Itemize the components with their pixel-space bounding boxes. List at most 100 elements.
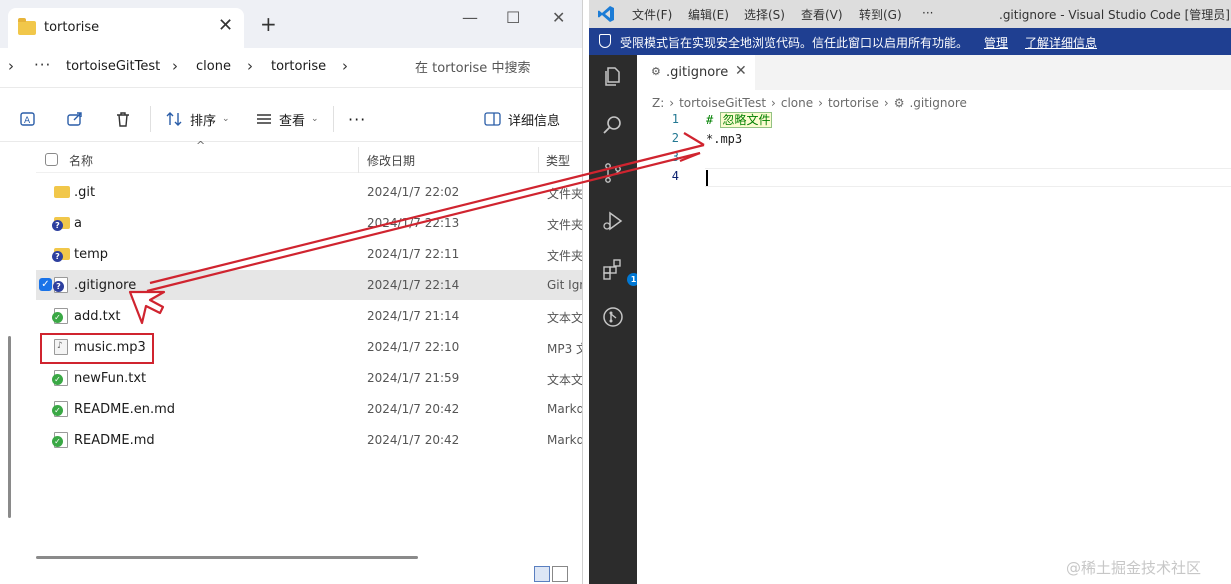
source-control-icon[interactable] [601,161,625,185]
explorer-tab[interactable]: tortorise ✕ [8,8,244,48]
git-graph-icon[interactable] [601,305,625,329]
watermark: @稀土掘金技术社区 [1066,559,1202,577]
rename-icon[interactable]: A [17,108,39,130]
file-name: newFun.txt [74,371,147,386]
details-pane-button[interactable]: 详细信息 [484,108,560,130]
search-icon[interactable] [601,113,625,137]
file-modified-date: 2024/1/7 22:02 [367,185,460,199]
row-checkbox[interactable]: ✓ [39,278,52,291]
minimize-button[interactable]: — [462,8,478,28]
file-type: Markd [547,402,583,416]
table-row[interactable]: .git 2024/1/7 22:02 文件夹 [36,177,583,207]
file-modified-date: 2024/1/7 22:11 [367,247,460,261]
table-row[interactable]: a 2024/1/7 22:13 文件夹 [36,208,582,238]
restricted-mode-banner: 受限模式旨在实现安全地浏览代码。信任此窗口以启用所有功能。 管理 了解详细信息 [589,28,1231,55]
column-divider[interactable] [358,147,359,173]
close-window-button[interactable]: ✕ [552,8,565,28]
details-label: 详细信息 [508,113,561,129]
editor-breadcrumb: Z: › tortoiseGitTest › clone › tortorise… [652,93,967,113]
file-unversioned-icon [53,277,68,293]
folder-unversioned-icon [52,248,70,262]
details-view-icon[interactable] [534,566,550,582]
file-name: README.md [74,433,155,448]
horizontal-scrollbar[interactable] [36,556,418,559]
folder-icon [18,18,36,35]
search-input[interactable] [393,54,582,82]
learn-more-link[interactable]: 了解详细信息 [1025,34,1097,51]
file-modified-date: 2024/1/7 22:13 [367,216,460,230]
file-name: add.txt [74,309,121,324]
vertical-scrollbar[interactable] [8,336,11,518]
chevron-right-icon[interactable]: › [8,57,14,75]
menu-selection[interactable]: 选择(S) [744,6,785,23]
activity-bar: 1 [589,55,640,584]
folder-icon [54,186,70,198]
breadcrumb-tortorise[interactable]: tortorise [828,96,879,110]
menu-go[interactable]: 转到(G) [859,6,902,23]
menu-more[interactable]: ··· [922,6,933,20]
sort-label: 排序 [190,113,217,129]
extensions-icon[interactable]: 1 [601,257,640,286]
manage-link[interactable]: 管理 [984,34,1008,51]
settings-file-icon: ⚙ [893,96,905,110]
close-icon[interactable]: ✕ [735,63,747,79]
file-type: 文件夹 [547,187,583,201]
column-header-type[interactable]: 类型 [546,152,570,169]
column-header-row: ^ 名称 修改日期 类型 [36,139,582,173]
breadcrumb-clone[interactable]: clone [781,96,813,110]
menu-view[interactable]: 查看(V) [801,6,843,23]
column-header-modified[interactable]: 修改日期 [367,152,415,169]
sort-button[interactable]: 排序 ⌄ [166,108,230,130]
folder-unversioned-icon [52,217,70,231]
file-type: 文本文 [547,373,583,387]
editor-tabs: ⚙ .gitignore ✕ [637,55,1231,90]
breadcrumb-overflow-button[interactable]: ··· [34,56,51,74]
thumbnail-view-icon[interactable] [552,566,568,582]
chevron-right-icon[interactable]: › [342,57,348,75]
delete-icon[interactable] [112,108,134,130]
file-modified-date: 2024/1/7 22:14 [367,278,460,292]
menu-file[interactable]: 文件(F) [632,6,672,23]
breadcrumb-gitignore[interactable]: .gitignore [909,96,966,110]
file-type: Markd [547,433,583,447]
chevron-right-icon: › [818,96,823,110]
share-icon[interactable] [64,108,86,130]
line-number: 1 [671,112,679,126]
table-row[interactable]: README.en.md 2024/1/7 20:42 Markd [36,394,583,424]
column-header-name[interactable]: 名称 [69,152,93,169]
explorer-tab-title: tortorise [44,20,100,35]
new-tab-button[interactable]: + [260,14,277,34]
select-all-checkbox[interactable] [45,153,58,166]
table-row[interactable]: temp 2024/1/7 22:11 文件夹 [36,239,582,269]
table-row[interactable]: newFun.txt 2024/1/7 21:59 文本文 [36,363,583,393]
explorer-toolbar: A 排序 ⌄ 查看 ⌄ ··· 详细信息 [0,96,582,142]
column-divider[interactable] [538,147,539,173]
file-type: Git Ign [547,278,583,292]
breadcrumb-tortoisegittest[interactable]: tortoiseGitTest [66,59,160,74]
file-type: 文本文 [547,311,583,325]
editor-tab-gitignore[interactable]: ⚙ .gitignore ✕ [637,55,755,90]
line-number: 3 [671,150,679,164]
breadcrumb-tortoisegittest[interactable]: tortoiseGitTest [679,96,766,110]
table-row[interactable]: README.md 2024/1/7 20:42 Markd [36,425,583,455]
code-line[interactable]: # 忽略文件 [706,111,773,130]
file-name: README.en.md [74,402,175,417]
breadcrumb-drive[interactable]: Z: [652,96,664,110]
run-debug-icon[interactable] [601,209,625,233]
table-row[interactable]: add.txt 2024/1/7 21:14 文本文 [36,301,583,331]
explorer-files-icon[interactable] [601,65,625,89]
maximize-button[interactable]: ☐ [506,8,520,28]
more-options-button[interactable]: ··· [348,108,366,130]
file-committed-icon [52,401,68,417]
breadcrumb-tortorise[interactable]: tortorise [271,59,326,74]
close-tab-icon[interactable]: ✕ [218,16,233,36]
address-bar: › ··· tortoiseGitTest › clone › tortoris… [0,48,582,88]
table-row[interactable]: ✓ .gitignore 2024/1/7 22:14 Git Ign [36,270,583,300]
view-button[interactable]: 查看 ⌄ [255,108,319,130]
breadcrumb-clone[interactable]: clone [196,59,231,74]
vscode-window: 文件(F) 编辑(E) 选择(S) 查看(V) 转到(G) ··· .gitig… [589,0,1231,584]
sort-icon [166,112,182,126]
code-line[interactable]: *.mp3 [706,130,742,149]
details-pane-icon [484,112,501,126]
menu-edit[interactable]: 编辑(E) [688,6,729,23]
